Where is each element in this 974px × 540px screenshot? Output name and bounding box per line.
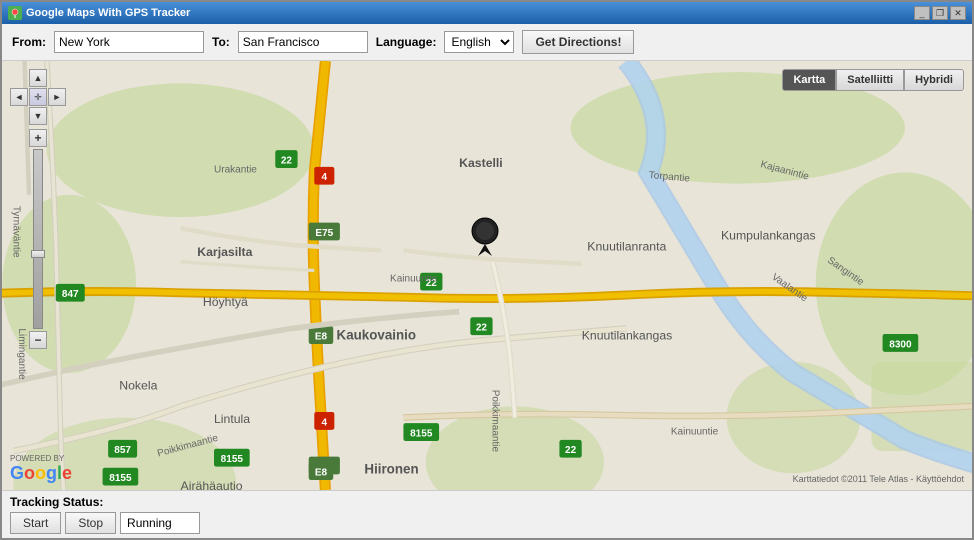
nav-down-button[interactable]: ▼ bbox=[29, 107, 47, 125]
map-type-buttons: Kartta Satelliitti Hybridi bbox=[782, 69, 964, 91]
nav-up-button[interactable]: ▲ bbox=[29, 69, 47, 87]
svg-text:22: 22 bbox=[281, 156, 293, 167]
zoom-out-button[interactable]: − bbox=[29, 331, 47, 349]
minimize-button[interactable]: _ bbox=[914, 6, 930, 20]
svg-text:E8: E8 bbox=[315, 468, 328, 479]
from-input[interactable] bbox=[54, 31, 204, 53]
svg-text:Nokela: Nokela bbox=[119, 379, 157, 393]
window-title: Google Maps With GPS Tracker bbox=[26, 7, 190, 19]
svg-text:Kainuuntie: Kainuuntie bbox=[671, 426, 719, 437]
zoom-thumb[interactable] bbox=[31, 250, 45, 258]
svg-text:Airähäautio: Airähäautio bbox=[181, 479, 243, 490]
svg-text:Lintula: Lintula bbox=[214, 412, 250, 426]
get-directions-button[interactable]: Get Directions! bbox=[522, 30, 634, 54]
language-select[interactable]: English Finnish Spanish French bbox=[444, 31, 514, 53]
powered-by-text: POWERED BY bbox=[10, 454, 72, 463]
zoom-slider[interactable] bbox=[33, 149, 43, 329]
svg-text:Knuutilanranta: Knuutilanranta bbox=[587, 239, 666, 253]
svg-text:8155: 8155 bbox=[410, 429, 433, 440]
app-icon bbox=[8, 6, 22, 20]
window-controls: _ ❐ ✕ bbox=[914, 6, 966, 20]
svg-text:Kaukovainio: Kaukovainio bbox=[337, 328, 416, 343]
nav-center-button[interactable]: ✛ bbox=[29, 88, 47, 106]
toolbar: From: To: Language: English Finnish Span… bbox=[2, 24, 972, 61]
to-input[interactable] bbox=[238, 31, 368, 53]
from-label: From: bbox=[12, 35, 46, 49]
svg-text:8155: 8155 bbox=[109, 473, 132, 484]
svg-text:Höyhtyä: Höyhtyä bbox=[203, 295, 248, 309]
svg-text:Kumpulankangas: Kumpulankangas bbox=[721, 228, 816, 242]
status-display: Running bbox=[120, 512, 200, 534]
map-type-satelliitti[interactable]: Satelliitti bbox=[836, 69, 904, 91]
svg-text:E75: E75 bbox=[315, 228, 333, 239]
title-bar-left: Google Maps With GPS Tracker bbox=[8, 6, 190, 20]
svg-text:8155: 8155 bbox=[221, 454, 244, 465]
zoom-in-button[interactable]: + bbox=[29, 129, 47, 147]
nav-left-button[interactable]: ◄ bbox=[10, 88, 28, 106]
svg-text:Hiironen: Hiironen bbox=[364, 461, 418, 476]
title-bar: Google Maps With GPS Tracker _ ❐ ✕ bbox=[2, 2, 972, 24]
map-svg: E75 E76 E8 E8 4 4 bbox=[2, 61, 972, 490]
svg-text:8300: 8300 bbox=[889, 339, 912, 350]
map-type-hybridi[interactable]: Hybridi bbox=[904, 69, 964, 91]
svg-text:857: 857 bbox=[114, 445, 131, 456]
svg-text:Poikkimaantie: Poikkimaantie bbox=[490, 390, 501, 453]
svg-text:Karjasilta: Karjasilta bbox=[197, 245, 252, 259]
nav-cluster: ▲ ◄ ✛ ► ▼ bbox=[10, 69, 66, 125]
svg-text:22: 22 bbox=[476, 323, 488, 334]
svg-text:4: 4 bbox=[322, 172, 328, 183]
map-type-kartta[interactable]: Kartta bbox=[782, 69, 836, 91]
tracking-status-label: Tracking Status: bbox=[10, 495, 964, 509]
start-button[interactable]: Start bbox=[10, 512, 61, 534]
map-copyright: Karttatiedot ©2011 Tele Atlas - Käyttöeh… bbox=[793, 474, 964, 484]
svg-text:Urakantie: Urakantie bbox=[214, 164, 257, 175]
restore-button[interactable]: ❐ bbox=[932, 6, 948, 20]
status-bar: Tracking Status: Start Stop Running bbox=[2, 490, 972, 538]
map-controls: ▲ ◄ ✛ ► ▼ + − bbox=[10, 69, 66, 349]
google-logo: POWERED BY Google bbox=[10, 454, 72, 484]
to-label: To: bbox=[212, 35, 230, 49]
svg-text:Knuutilankangas: Knuutilankangas bbox=[582, 329, 673, 343]
svg-text:E8: E8 bbox=[315, 332, 328, 343]
gps-marker[interactable] bbox=[470, 216, 500, 259]
google-text: Google bbox=[10, 463, 72, 484]
svg-text:Kainuuntie: Kainuuntie bbox=[390, 274, 438, 285]
map-container[interactable]: E75 E76 E8 E8 4 4 bbox=[2, 61, 972, 490]
svg-text:Kastelli: Kastelli bbox=[459, 156, 503, 170]
tracking-buttons: Start Stop Running bbox=[10, 512, 964, 534]
main-window: Google Maps With GPS Tracker _ ❐ ✕ From:… bbox=[0, 0, 974, 540]
close-button[interactable]: ✕ bbox=[950, 6, 966, 20]
stop-button[interactable]: Stop bbox=[65, 512, 116, 534]
svg-text:22: 22 bbox=[565, 445, 577, 456]
language-label: Language: bbox=[376, 35, 437, 49]
zoom-controls: + − bbox=[10, 129, 66, 349]
svg-text:4: 4 bbox=[322, 417, 328, 428]
nav-right-button[interactable]: ► bbox=[48, 88, 66, 106]
